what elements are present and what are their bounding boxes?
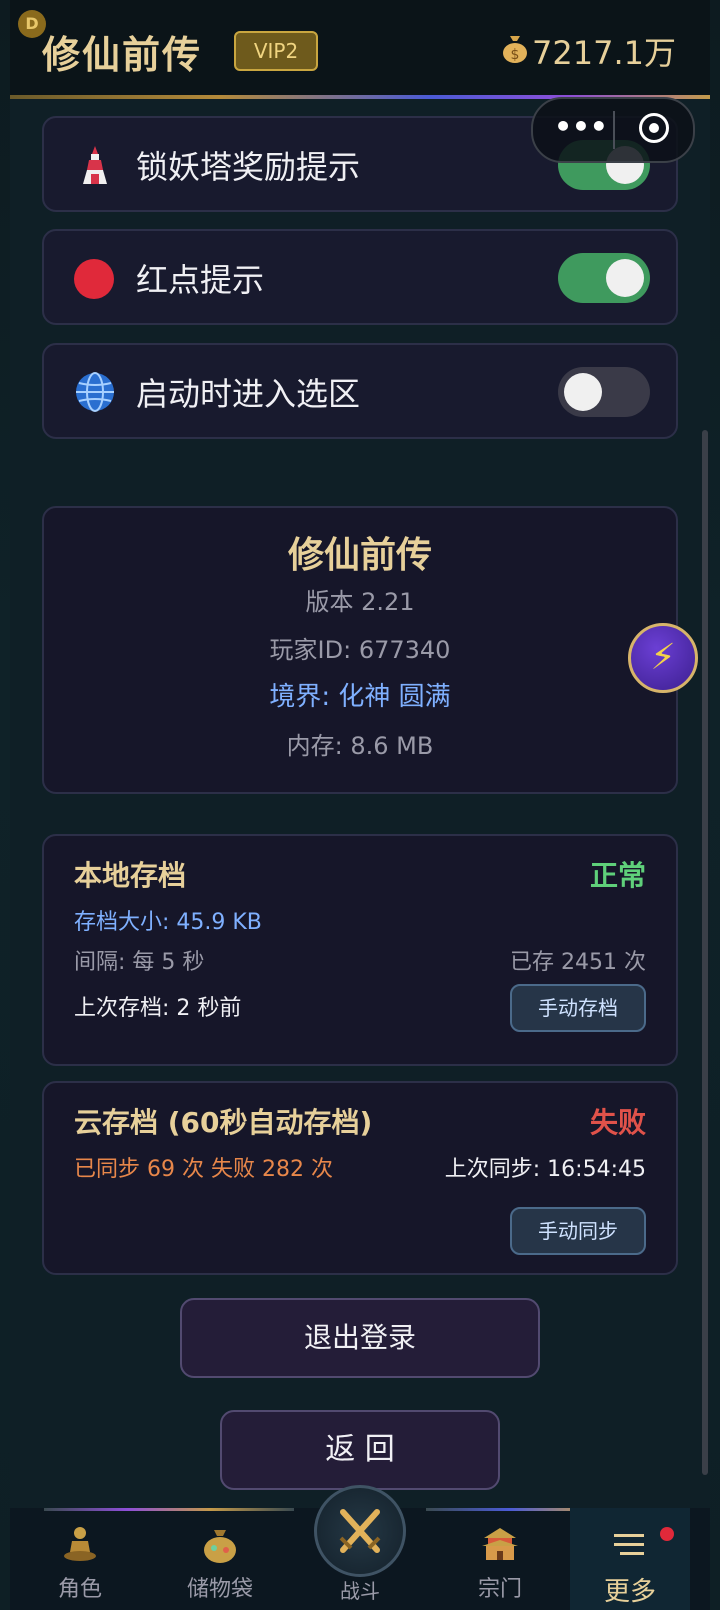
scrollbar[interactable]: [702, 430, 708, 1475]
setting-label: 锁妖塔奖励提示: [136, 148, 361, 186]
money-bag-icon: $: [500, 32, 530, 72]
menu-icon: [610, 1524, 650, 1564]
tab-storage-bag[interactable]: 储物袋: [150, 1508, 290, 1610]
logout-button[interactable]: 退出登录: [180, 1298, 540, 1378]
tab-label: 储物袋: [186, 1577, 253, 1602]
last-save-time: 上次存档: 2 秒前: [74, 996, 242, 1021]
tab-label: 宗门: [477, 1577, 522, 1602]
game-name: 修仙前传: [287, 535, 432, 576]
temple-icon: [480, 1524, 520, 1564]
manual-save-button[interactable]: 手动存档: [510, 984, 646, 1032]
miniprogram-capsule: •••: [531, 97, 695, 163]
cloud-save-card: 云存档 (60秒自动存档) 失败 已同步 69 次 失败 282 次 上次同步:…: [42, 1081, 678, 1275]
svg-text:$: $: [511, 47, 520, 63]
cloud-save-status: 失败: [589, 1106, 646, 1139]
tab-battle[interactable]: [314, 1485, 406, 1577]
crossed-swords-icon: [339, 1509, 381, 1553]
server-select-toggle[interactable]: [558, 367, 650, 417]
local-save-title: 本地存档: [74, 859, 187, 892]
tab-sect[interactable]: 宗门: [430, 1508, 570, 1610]
local-save-status: 正常: [589, 859, 646, 892]
tab-more[interactable]: 更多: [570, 1508, 690, 1610]
storage-bag-icon: [200, 1524, 240, 1564]
save-size: 存档大小: 45.9 KB: [74, 910, 262, 935]
player-id: 玩家ID: 677340: [269, 636, 451, 664]
tower-icon: [74, 144, 116, 186]
setting-row-red-dot: 红点提示: [42, 229, 678, 325]
red-dot-icon: [74, 259, 114, 299]
setting-label: 启动时进入选区: [136, 375, 361, 413]
game-info-card: 修仙前传 版本 2.21 玩家ID: 677340 境界: 化神 圆满 内存: …: [42, 506, 678, 794]
tab-battle-label: 战斗: [340, 1579, 380, 1603]
game-title: 修仙前传: [42, 33, 203, 77]
tab-character[interactable]: 角色: [10, 1508, 150, 1610]
close-miniprogram-icon[interactable]: [639, 113, 669, 143]
vip-badge[interactable]: VIP2: [234, 31, 318, 71]
notification-dot: [660, 1527, 674, 1541]
manual-sync-button[interactable]: 手动同步: [510, 1207, 646, 1255]
save-interval: 间隔: 每 5 秒: [74, 950, 205, 975]
globe-icon: [74, 371, 116, 413]
setting-row-server-select: 启动时进入选区: [42, 343, 678, 439]
toggle-knob: [564, 373, 602, 411]
more-options-button[interactable]: •••: [551, 109, 611, 149]
coin-balance: $ 7217.1万: [500, 28, 676, 74]
coin-amount: 7217.1万: [532, 34, 676, 72]
sync-stats: 已同步 69 次 失败 282 次: [74, 1157, 333, 1182]
last-sync-time: 上次同步: 16:54:45: [444, 1157, 646, 1182]
save-count: 已存 2451 次: [510, 950, 646, 975]
capsule-divider: [613, 111, 615, 149]
tab-label: 更多: [603, 1577, 656, 1607]
cloud-save-title: 云存档 (60秒自动存档): [74, 1106, 373, 1139]
version-text: 版本 2.21: [305, 588, 415, 616]
setting-label: 红点提示: [136, 261, 265, 299]
realm-text: 境界: 化神 圆满: [269, 682, 451, 712]
red-dot-toggle[interactable]: [558, 253, 650, 303]
local-save-card: 本地存档 正常 存档大小: 45.9 KB 间隔: 每 5 秒 已存 2451 …: [42, 834, 678, 1066]
memory-usage: 内存: 8.6 MB: [286, 732, 434, 760]
toggle-knob: [606, 259, 644, 297]
meditating-figure-icon: [60, 1524, 100, 1564]
back-button[interactable]: 返 回: [220, 1410, 500, 1490]
tab-label: 角色: [57, 1577, 102, 1602]
lightning-bolt-icon[interactable]: ⚡: [628, 623, 698, 693]
